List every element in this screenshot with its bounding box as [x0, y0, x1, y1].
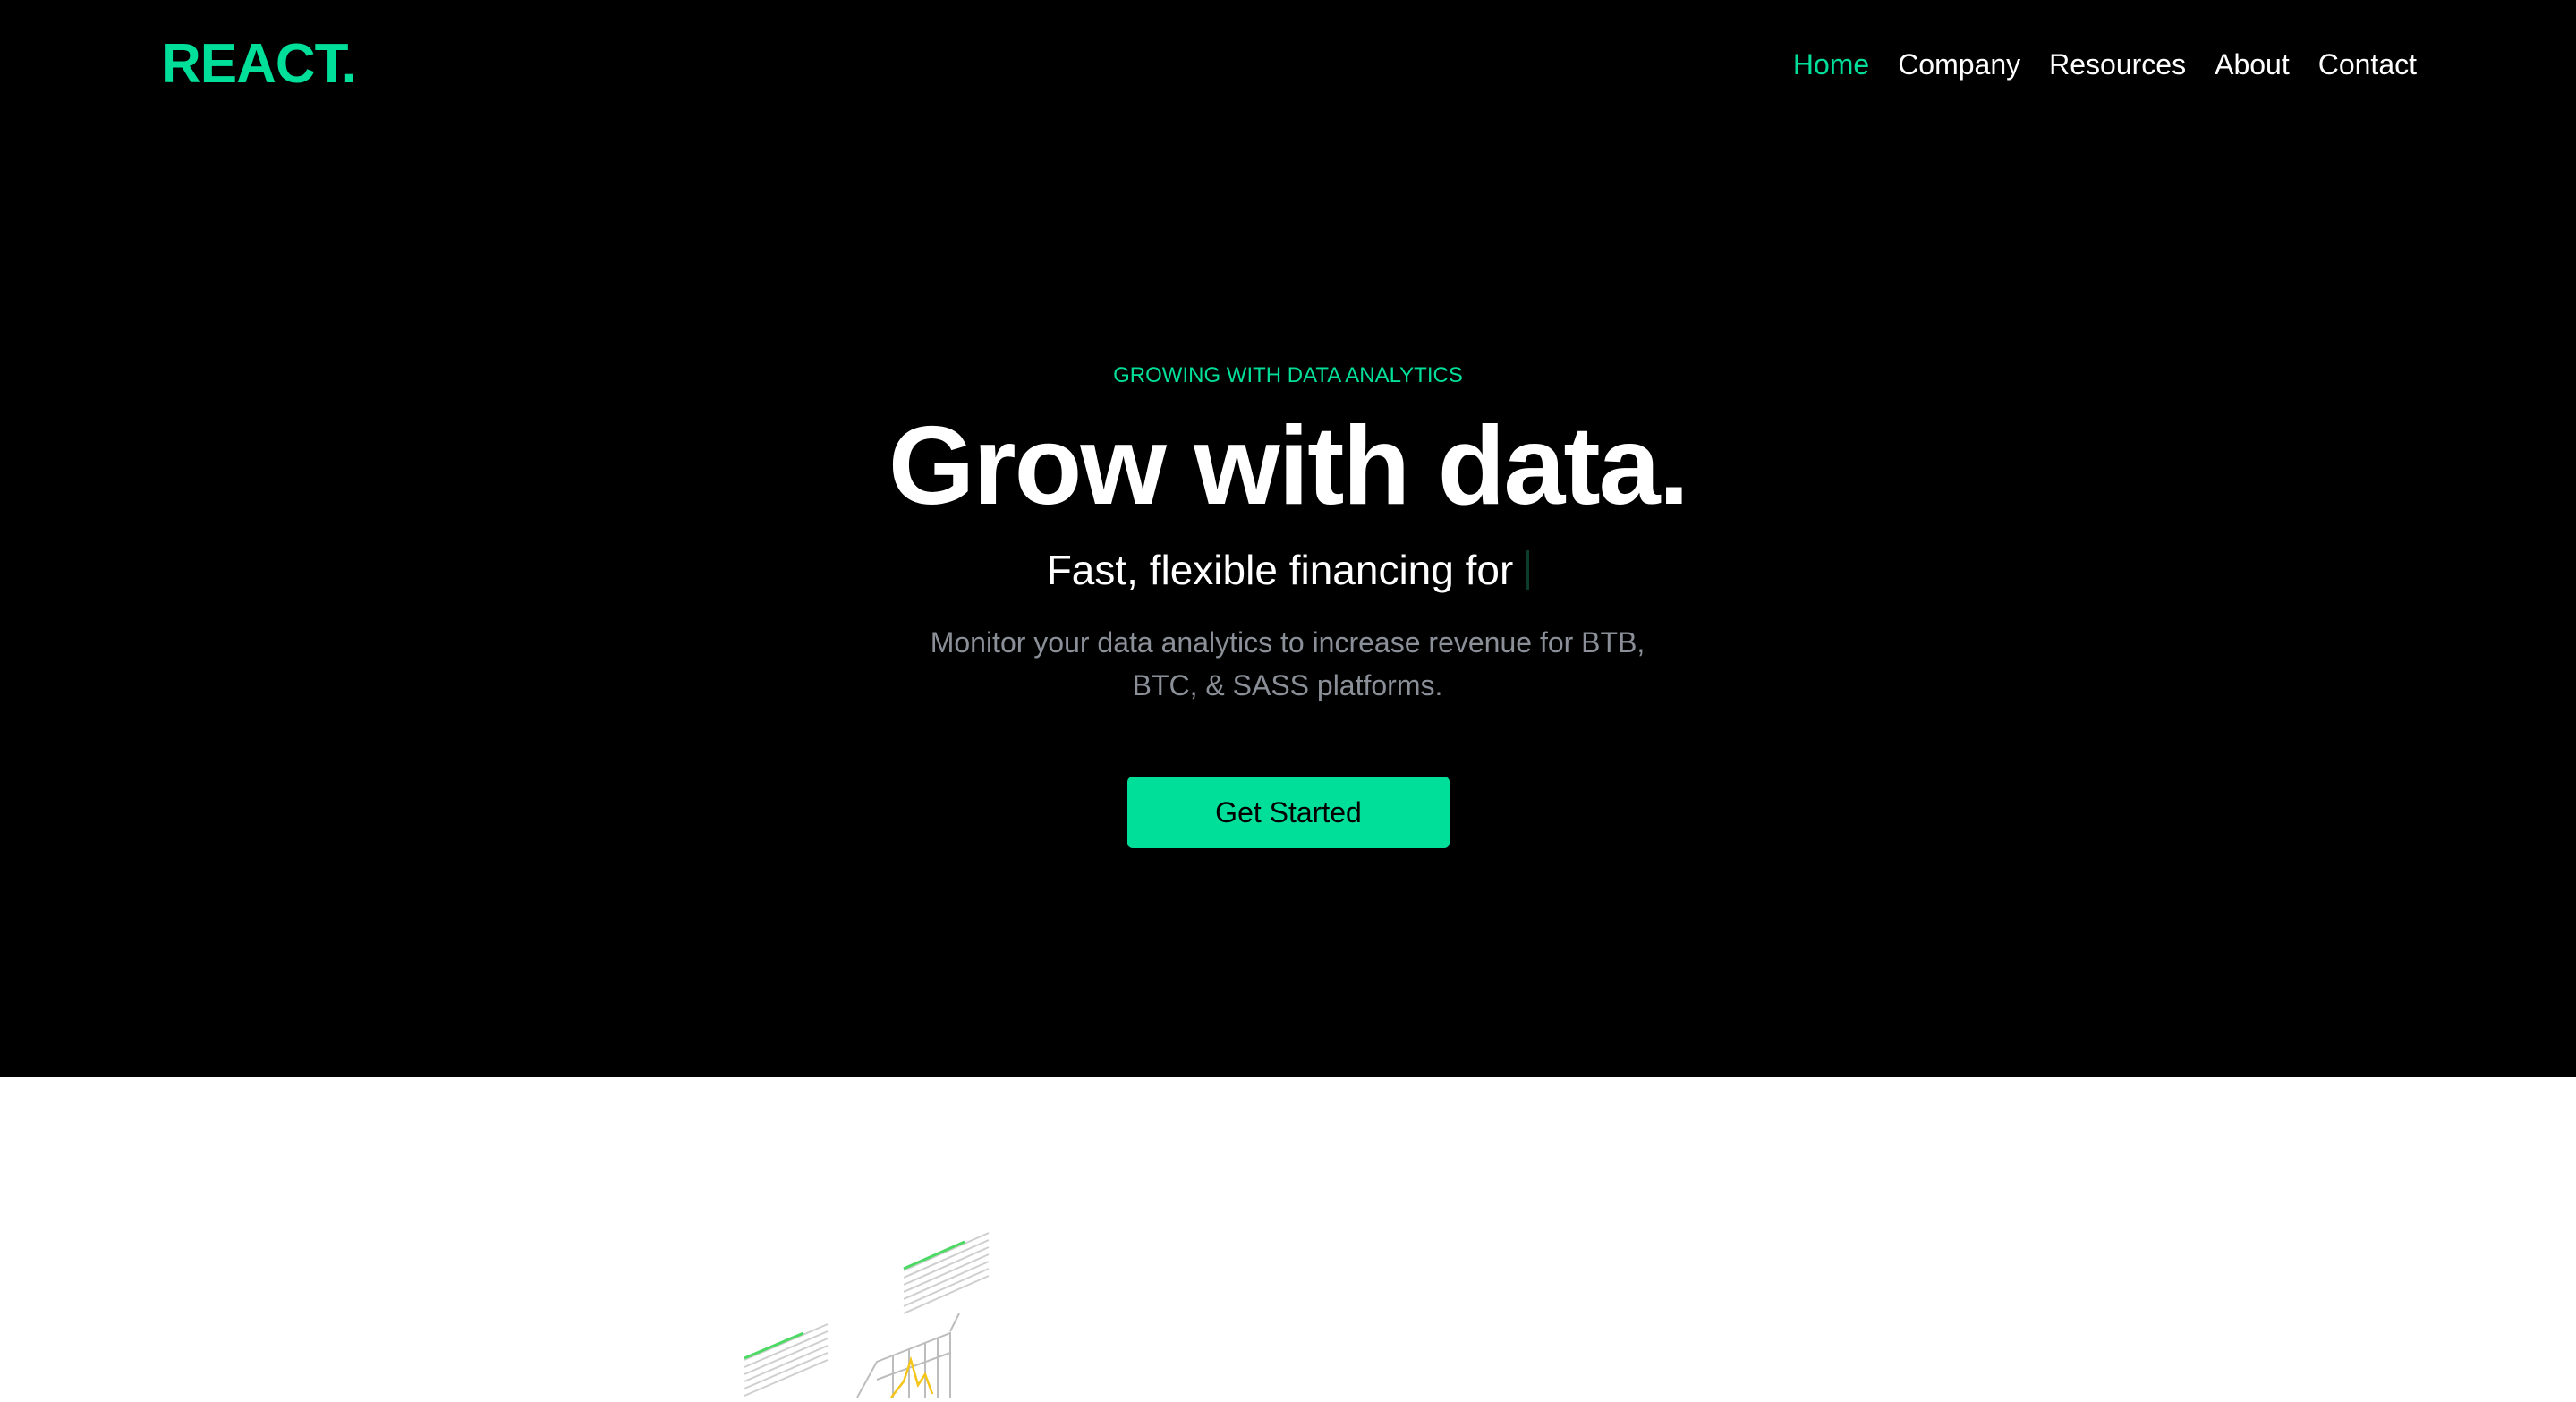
nav-link-home[interactable]: Home [1793, 43, 1869, 86]
get-started-button[interactable]: Get Started [1127, 777, 1450, 848]
analytics-illustration-icon [744, 1232, 990, 1398]
nav-link-resources[interactable]: Resources [2049, 43, 2186, 86]
brand-logo[interactable]: REACT. [161, 32, 357, 97]
hero-subhead: Fast, flexible financing for [0, 540, 2576, 599]
nav-link-about[interactable]: About [2215, 43, 2290, 86]
typing-cursor [1526, 550, 1530, 590]
nav-link-company[interactable]: Company [1898, 43, 2020, 86]
data-analytics-illustration [734, 1217, 1002, 1398]
hero-section: REACT. Home Company Resources About Cont… [0, 0, 2576, 1077]
nav-link-contact[interactable]: Contact [2318, 43, 2417, 86]
hero-headline: Grow with data. [888, 404, 1689, 528]
main-nav: Home Company Resources About Contact [1793, 43, 2417, 86]
hero-description: Monitor your data analytics to increase … [930, 626, 1645, 701]
hero-subhead-text: Fast, flexible financing for [1046, 547, 1514, 593]
hero-eyebrow: GROWING WITH DATA ANALYTICS [1113, 363, 1463, 387]
